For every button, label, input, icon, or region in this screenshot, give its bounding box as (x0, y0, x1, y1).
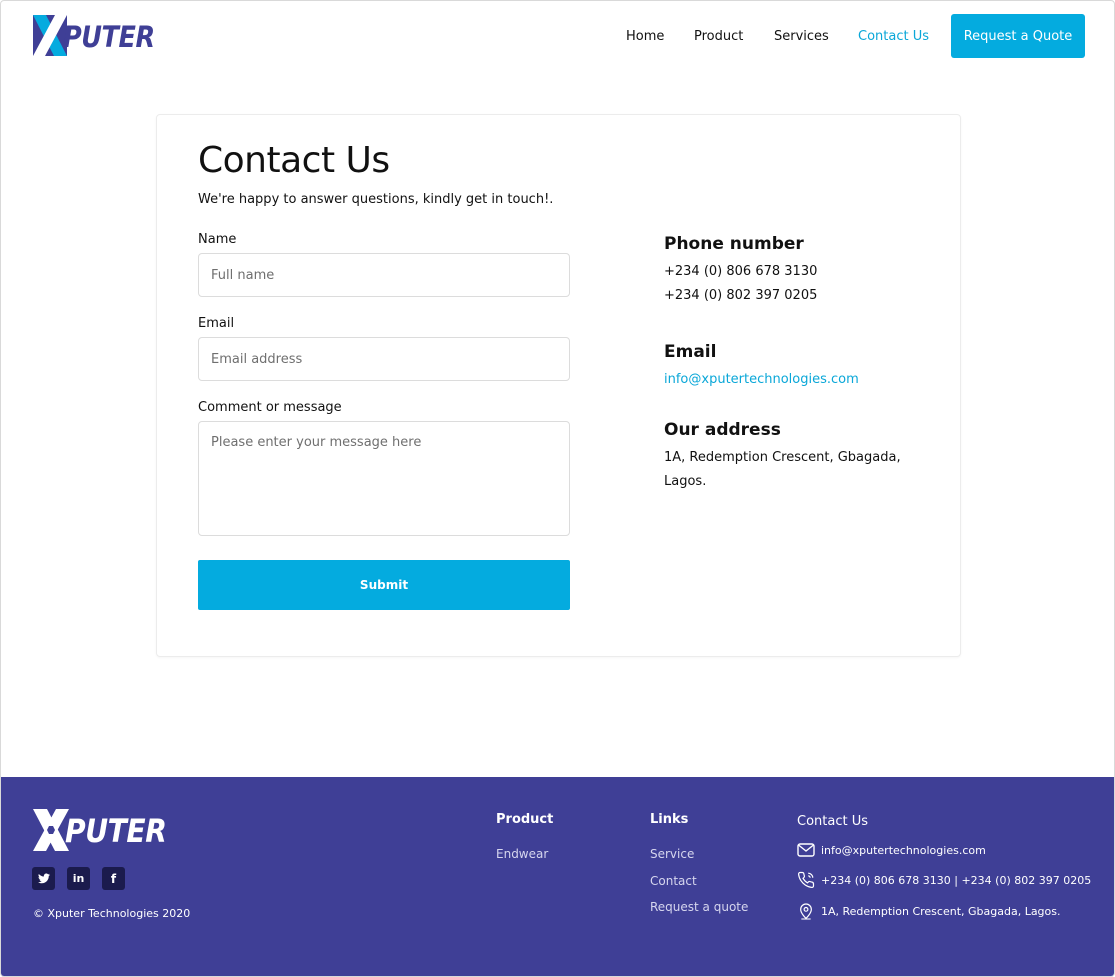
email-link[interactable]: info@xputertechnologies.com (664, 372, 859, 387)
footer-link-endwear[interactable]: Endwear (496, 847, 548, 861)
message-label: Comment or message (198, 400, 342, 415)
footer-link-request-quote[interactable]: Request a quote (650, 900, 748, 914)
address-heading: Our address (664, 420, 781, 440)
footer-contact-heading: Contact Us (797, 814, 868, 829)
copyright: © Xputer Technologies 2020 (33, 907, 191, 920)
contact-card: Contact Us We're happy to answer questio… (156, 114, 961, 657)
request-quote-button[interactable]: Request a Quote (951, 14, 1085, 58)
phone-number-1: +234 (0) 806 678 3130 (664, 264, 818, 279)
nav-services[interactable]: Services (774, 29, 829, 44)
twitter-icon[interactable] (32, 867, 55, 890)
footer-links-heading: Links (650, 812, 689, 827)
submit-button[interactable]: Submit (198, 560, 570, 610)
footer-product-heading: Product (496, 812, 554, 827)
footer-address-row: 1A, Redemption Crescent, Gbagada, Lagos. (797, 901, 1061, 921)
address-line-2: Lagos. (664, 474, 707, 489)
footer-logo-mark-icon (33, 809, 69, 851)
header: PUTER Home Product Services Contact Us R… (1, 1, 1114, 76)
facebook-icon[interactable]: f (102, 867, 125, 890)
footer-brand-name: PUTER (65, 812, 167, 850)
footer-link-contact[interactable]: Contact (650, 874, 697, 888)
footer-email-row: info@xputertechnologies.com (797, 840, 986, 860)
page-title: Contact Us (198, 140, 390, 181)
footer: PUTER in f © Xputer Technologies 2020 Pr… (1, 777, 1114, 976)
nav-product[interactable]: Product (694, 29, 743, 44)
footer-link-service[interactable]: Service (650, 847, 694, 861)
name-input[interactable] (198, 253, 570, 297)
nav-contact-us[interactable]: Contact Us (858, 29, 929, 44)
phone-icon (797, 871, 815, 889)
nav-home[interactable]: Home (626, 29, 664, 44)
page: PUTER Home Product Services Contact Us R… (0, 0, 1115, 977)
main-nav: Home Product Services Contact Us (1, 29, 1114, 49)
footer-phone: +234 (0) 806 678 3130 | +234 (0) 802 397… (821, 873, 1092, 887)
footer-address: 1A, Redemption Crescent, Gbagada, Lagos. (821, 904, 1061, 918)
location-pin-icon (797, 902, 815, 920)
address-line-1: 1A, Redemption Crescent, Gbagada, (664, 450, 901, 465)
footer-phone-row: +234 (0) 806 678 3130 | +234 (0) 802 397… (797, 870, 1091, 890)
phone-number-2: +234 (0) 802 397 0205 (664, 288, 818, 303)
name-label: Name (198, 232, 237, 247)
email-label: Email (198, 316, 235, 331)
footer-email[interactable]: info@xputertechnologies.com (821, 844, 986, 857)
footer-logo[interactable]: PUTER (33, 809, 180, 851)
page-subtitle: We're happy to answer questions, kindly … (198, 192, 554, 207)
email-input[interactable] (198, 337, 570, 381)
email-heading: Email (664, 342, 717, 362)
linkedin-icon[interactable]: in (67, 867, 90, 890)
mail-icon (797, 841, 815, 859)
phone-heading: Phone number (664, 234, 804, 254)
message-textarea[interactable] (198, 421, 570, 536)
